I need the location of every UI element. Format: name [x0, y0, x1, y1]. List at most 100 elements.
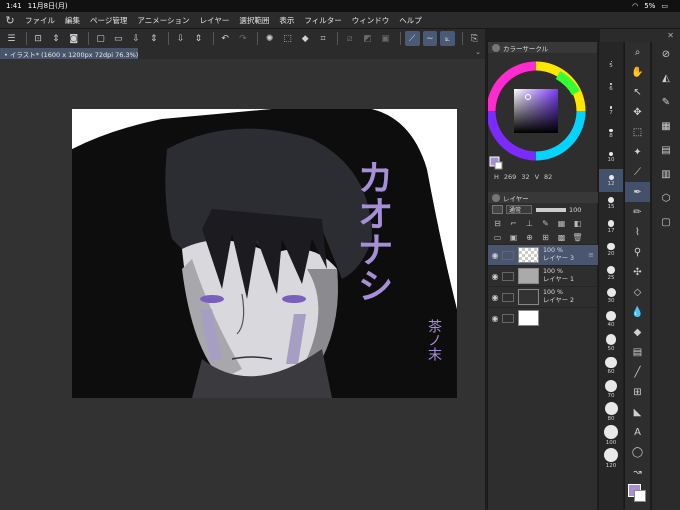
- balloon-icon[interactable]: ◯: [625, 442, 650, 462]
- trash-icon[interactable]: 🗑: [572, 232, 583, 242]
- invert-selection-icon[interactable]: ◩: [360, 31, 375, 46]
- history-icon[interactable]: ▢: [652, 210, 680, 234]
- brush-size-item[interactable]: 12: [599, 168, 623, 193]
- material-icon[interactable]: ⬡: [652, 186, 680, 210]
- menu-animation[interactable]: アニメーション: [132, 15, 194, 26]
- eye-icon[interactable]: ◉: [488, 293, 502, 302]
- color-wheel[interactable]: [486, 53, 598, 171]
- chevron-up-down-icon[interactable]: ⇕: [49, 31, 64, 46]
- crop-icon[interactable]: ▣: [378, 31, 393, 46]
- eyedropper-icon[interactable]: ⟋: [625, 162, 650, 182]
- correct-line-icon[interactable]: ↝: [625, 462, 650, 482]
- ref-layer-icon[interactable]: ⊥: [524, 218, 535, 228]
- opacity-value[interactable]: 100: [569, 206, 581, 214]
- save-icon[interactable]: ⇩: [129, 31, 144, 46]
- brush-size-item[interactable]: 40: [599, 308, 623, 331]
- layer-mode-toggle[interactable]: [492, 205, 503, 214]
- close-panel-icon[interactable]: ⊘: [652, 42, 680, 66]
- eye-icon[interactable]: ◉: [488, 272, 502, 281]
- auto-select-icon[interactable]: ✦: [625, 142, 650, 162]
- lock-alpha-icon[interactable]: ▦: [556, 218, 567, 228]
- menu-icon[interactable]: ☰: [4, 31, 19, 46]
- pen-icon[interactable]: ✒: [625, 182, 650, 202]
- airbrush-icon[interactable]: ⚲: [625, 242, 650, 262]
- layer-row[interactable]: ◉: [488, 307, 598, 328]
- stabilizer-icon[interactable]: ∼: [422, 31, 438, 46]
- mask-icon[interactable]: ◧: [572, 218, 583, 228]
- brush-size-item[interactable]: 10: [599, 146, 623, 169]
- menu-window[interactable]: ウィンドウ: [347, 15, 395, 26]
- clip-icon[interactable]: ⌐: [508, 218, 519, 228]
- eye-icon[interactable]: ◉: [488, 251, 502, 260]
- blend-icon[interactable]: 💧: [625, 302, 650, 322]
- menu-page[interactable]: ページ管理: [85, 15, 132, 26]
- menu-selection[interactable]: 選択範囲: [234, 15, 274, 26]
- pencil-icon[interactable]: ✏: [625, 202, 650, 222]
- brush-size-item[interactable]: 7: [599, 99, 623, 122]
- brush-size-item[interactable]: 70: [599, 378, 623, 401]
- mask-add-icon[interactable]: ▩: [556, 232, 567, 242]
- undo-icon[interactable]: ↶: [218, 31, 233, 46]
- new-raster-layer-icon[interactable]: ▭: [492, 232, 503, 242]
- color-wheel-area[interactable]: [486, 53, 598, 171]
- eye-icon[interactable]: ◉: [488, 314, 502, 323]
- frame-icon[interactable]: ⊞: [625, 382, 650, 402]
- brush-size-item[interactable]: 100: [599, 424, 623, 447]
- clear-icon[interactable]: ⬚: [280, 31, 295, 46]
- ruler-icon[interactable]: ⟋: [404, 31, 420, 46]
- canvas-area[interactable]: カオナシ 茶ノ末: [0, 59, 485, 510]
- brush-size-item[interactable]: 30: [599, 285, 623, 308]
- gradient-icon[interactable]: ▤: [625, 342, 650, 362]
- open-folder-icon[interactable]: ▭: [111, 31, 126, 46]
- draft-icon[interactable]: ✎: [540, 218, 551, 228]
- redo-icon[interactable]: ↷: [236, 31, 251, 46]
- brush-size-item[interactable]: 17: [599, 215, 623, 238]
- opacity-slider[interactable]: [536, 207, 566, 212]
- merge-down-icon[interactable]: ⊞: [540, 232, 551, 242]
- brush-size-item[interactable]: 60: [599, 354, 623, 377]
- sub-color-swatch[interactable]: [494, 161, 503, 170]
- layer-row[interactable]: ◉ 100 % レイヤー 3 ≡: [488, 244, 598, 265]
- brush-size-item[interactable]: 120: [599, 447, 623, 470]
- new-vector-layer-icon[interactable]: ▣: [508, 232, 519, 242]
- edit-panel-icon[interactable]: ⎘: [467, 31, 482, 46]
- layer-lock-icon[interactable]: ⊟: [492, 218, 503, 228]
- deselect-icon[interactable]: ⧄: [342, 31, 357, 46]
- text-icon[interactable]: A: [625, 422, 650, 442]
- color-set-icon[interactable]: ▦: [652, 114, 680, 138]
- menu-file[interactable]: ファイル: [20, 15, 60, 26]
- brush-icon[interactable]: ⌇: [625, 222, 650, 242]
- chevron-down-icon[interactable]: ⌄: [475, 48, 481, 59]
- brush-size-item[interactable]: 20: [599, 239, 623, 262]
- operation-icon[interactable]: ↖: [625, 82, 650, 102]
- artwork-canvas[interactable]: カオナシ 茶ノ末: [72, 109, 457, 398]
- menu-layer[interactable]: レイヤー: [195, 15, 235, 26]
- camera-icon[interactable]: ◙: [66, 31, 81, 46]
- move-icon[interactable]: ✥: [625, 102, 650, 122]
- fill-icon[interactable]: ◆: [625, 322, 650, 342]
- brush-size-item[interactable]: 8: [599, 123, 623, 146]
- eraser-icon[interactable]: ◇: [625, 282, 650, 302]
- new-folder-icon[interactable]: ⊕: [524, 232, 535, 242]
- blend-mode-select[interactable]: 通常: [506, 205, 532, 214]
- loading-icon[interactable]: ✺: [262, 31, 277, 46]
- brush-size-item[interactable]: 80: [599, 401, 623, 424]
- sub-color-icon[interactable]: [634, 490, 646, 502]
- app-logo-icon[interactable]: ↻: [0, 12, 20, 29]
- color-swatches[interactable]: [625, 482, 650, 506]
- brush-size-item[interactable]: 25: [599, 262, 623, 285]
- close-icon[interactable]: ✕: [667, 31, 674, 40]
- layer-menu-icon[interactable]: ≡: [588, 251, 594, 259]
- menu-edit[interactable]: 編集: [60, 15, 85, 26]
- new-canvas-icon[interactable]: ⊡: [31, 31, 46, 46]
- document-tab[interactable]: • イラスト* (1600 x 1200px 72dpi 76.3%): [0, 48, 138, 59]
- layer-property-icon[interactable]: ▤: [652, 138, 680, 162]
- menu-view[interactable]: 表示: [274, 15, 299, 26]
- menu-filter[interactable]: フィルター: [299, 15, 346, 26]
- selection-icon[interactable]: ⬚: [625, 122, 650, 142]
- snap-icon[interactable]: ⟀: [440, 31, 456, 46]
- zoom-icon[interactable]: ⌕: [625, 42, 650, 62]
- brush-size-item[interactable]: 6: [599, 76, 623, 99]
- brush-size-item[interactable]: 15: [599, 192, 623, 215]
- layer-row[interactable]: ◉ 100 % レイヤー 2: [488, 286, 598, 307]
